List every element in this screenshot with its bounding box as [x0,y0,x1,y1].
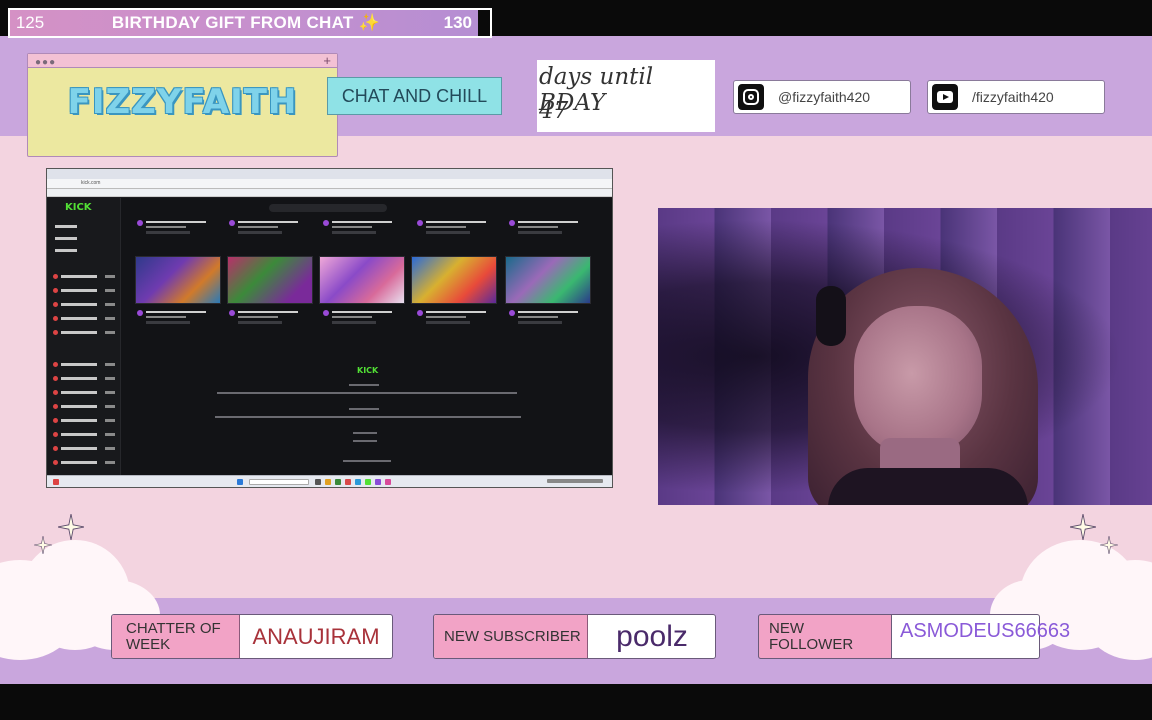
recommended-channel [53,418,117,424]
stream-card-meta [417,310,497,328]
recommended-channel [53,390,117,396]
chatter-of-week-name: ANAUJIRAM [252,623,380,649]
windows-taskbar [47,475,612,487]
birthday-countdown: days until BDAY 47 [537,60,715,132]
stream-card-meta [229,310,309,328]
bookmarks-bar [47,189,612,197]
browser-address-bar: kick.com [47,179,612,189]
followed-channel [53,288,117,294]
stream-card-meta [509,310,589,328]
new-follower-label: NEW FOLLOWER [758,614,892,659]
streamer-face [854,306,982,456]
recommended-channel [53,432,117,438]
kick-logo: KICK [65,202,92,213]
stream-tag: CHAT AND CHILL [327,77,502,115]
new-subscriber-widget: NEW SUBSCRIBER poolz [433,614,716,659]
stream-card-meta [137,310,217,328]
channel-logo: FIZZYFAITH [67,82,298,122]
new-subscriber-name: poolz [616,619,688,653]
new-follower-name: ASMODEUS66663 [900,620,1071,642]
countdown-days: 47 [539,98,569,124]
stream-card-meta [323,310,403,328]
youtube-handle: /fizzyfaith420 [972,89,1054,105]
kick-search [269,204,387,212]
stream-card-meta [417,220,497,238]
recommended-channel [53,404,117,410]
webcam-feed [658,208,1152,505]
sparkle-icon [58,514,84,540]
recommended-channel [53,362,117,368]
instagram-icon [738,84,764,110]
sparkle-icon [1100,536,1118,554]
recommended-channel [53,460,117,466]
stream-card-meta [323,220,403,238]
followed-channel [53,330,117,336]
followed-channel [53,316,117,322]
stream-card-meta [509,220,589,238]
plus-icon: + [323,53,331,68]
recommended-channel [53,376,117,382]
kick-page: KICK KICK [47,198,612,475]
window-dots-icon: ●●● [35,57,57,68]
stream-thumbnail [411,256,497,304]
gift-goal-bar: 125 BIRTHDAY GIFT FROM CHAT ✨ 130 [8,8,492,38]
stream-overlay: 125 BIRTHDAY GIFT FROM CHAT ✨ 130 ●●● + … [0,0,1152,720]
new-follower-widget: NEW FOLLOWER ASMODEUS66663 [758,614,1070,659]
sparkle-icon [34,536,52,554]
browser-tabs [47,169,612,179]
followed-channel [53,274,117,280]
instagram-badge: @fizzyfaith420 [733,80,911,114]
goal-title: BIRTHDAY GIFT FROM CHAT ✨ [111,13,381,32]
address-url: kick.com [81,180,101,186]
chatter-of-week-label: CHATTER OF WEEK [112,615,240,658]
screen-capture: kick.com KICK KICK [46,168,613,488]
goal-bar-end [478,10,490,36]
stream-thumbnail [319,256,405,304]
new-subscriber-label: NEW SUBSCRIBER [434,615,588,658]
stream-thumbnail [135,256,221,304]
stream-thumbnail [227,256,313,304]
headset-icon [816,286,846,346]
followed-channel [53,302,117,308]
stream-card-meta [137,220,217,238]
goal-target: 130 [443,13,472,32]
bottom-letterbox [0,684,1152,720]
youtube-icon [932,84,958,110]
stream-thumbnail [505,256,591,304]
chatter-of-week-widget: CHATTER OF WEEK ANAUJIRAM [111,614,393,659]
sparkle-icon [1070,514,1096,540]
youtube-badge: /fizzyfaith420 [927,80,1105,114]
goal-current: 125 [15,13,45,32]
instagram-handle: @fizzyfaith420 [778,89,871,105]
logo-window-titlebar: ●●● + [28,53,337,68]
kick-footer-logo: KICK [357,366,379,375]
stream-card-meta [229,220,309,238]
recommended-channel [53,446,117,452]
logo-window: ●●● + FIZZYFAITH [27,53,338,157]
kick-sidebar: KICK [47,198,121,475]
